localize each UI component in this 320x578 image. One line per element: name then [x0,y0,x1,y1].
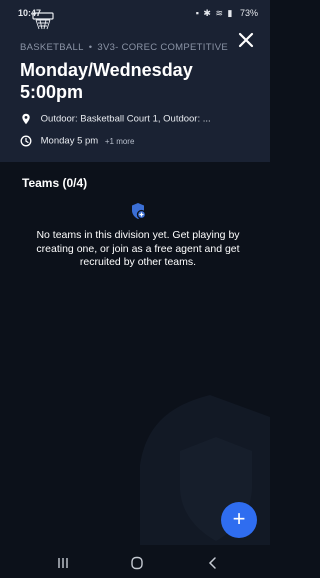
add-team-button[interactable]: + [221,502,257,538]
breadcrumb-sport: BASKETBALL [20,42,84,53]
breadcrumb: BASKETBALL • 3V3- COREC COMPETITIVE [20,42,240,53]
breadcrumb-separator: • [88,42,93,53]
breadcrumb-division: 3V3- COREC COMPETITIVE [97,42,229,53]
home-icon[interactable] [127,556,147,570]
empty-state-message: No teams in this division yet. Get playi… [36,229,240,268]
shield-plus-icon [132,203,146,220]
basketball-hoop-icon [32,12,54,30]
division-screen: 10:47 ▪ ✱ ≋ ▮ 73% BASKETBALL • 3V3- COREC … [0,0,270,578]
battery-level: 73% [239,8,258,18]
clock-icon [20,135,32,147]
system-navigation-bar [0,548,270,578]
schedule-more-link[interactable]: +1 more [105,137,135,146]
back-icon[interactable] [203,556,223,570]
schedule-text: Monday 5 pm [40,135,99,147]
add-icon: + [232,506,246,531]
recent-apps-icon[interactable] [53,556,73,570]
schedule-row[interactable]: Monday 5 pm +1 more [20,135,255,149]
location-pin-icon [22,113,30,125]
page-title: Monday/Wednesday 5:00pm [20,60,193,102]
signal-icons: ▪ ✱ ≋ ▮ [195,8,234,18]
status-indicators: ▪ ✱ ≋ ▮ 73% [196,8,258,19]
location-text: Outdoor: Basketball Court 1, Outdoor: ..… [40,113,211,125]
teams-heading: Teams (0/4) [22,176,88,190]
location-row[interactable]: Outdoor: Basketball Court 1, Outdoor: ..… [20,113,255,127]
